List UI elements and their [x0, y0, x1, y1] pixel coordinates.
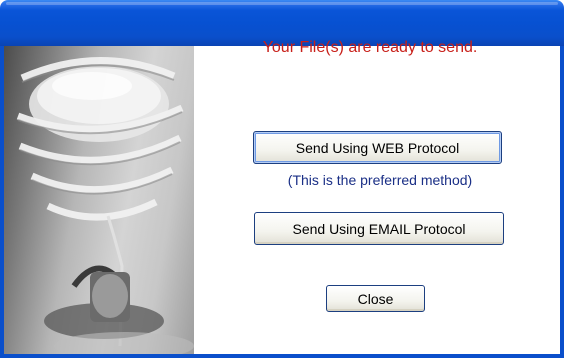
send-web-button[interactable]: Send Using WEB Protocol — [253, 131, 502, 164]
close-button[interactable]: Close — [326, 285, 425, 312]
send-files-dialog: Your File(s) are ready to send. Send Usi… — [0, 0, 564, 358]
send-email-button[interactable]: Send Using EMAIL Protocol — [254, 212, 504, 245]
ready-message: Your File(s) are ready to send. — [262, 39, 478, 56]
decorative-globe-image — [4, 46, 194, 354]
dialog-content — [4, 46, 560, 354]
preferred-method-hint: (This is the preferred method) — [287, 172, 473, 188]
